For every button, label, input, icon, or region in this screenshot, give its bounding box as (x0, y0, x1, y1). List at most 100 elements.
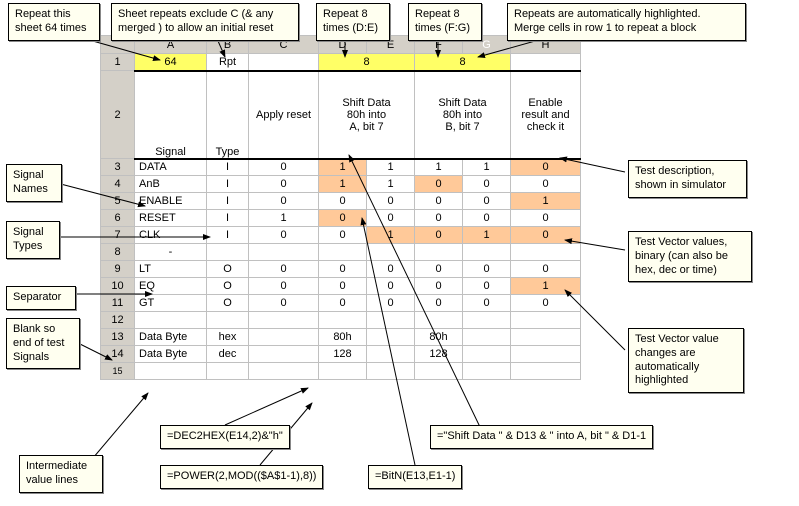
cell-E5[interactable]: 0 (367, 193, 415, 210)
cell-A10[interactable]: EQ (135, 278, 207, 295)
row-15[interactable]: 15 (101, 363, 135, 380)
cell-B13[interactable]: hex (207, 329, 249, 346)
cell-H5[interactable]: 1 (511, 193, 581, 210)
row-10[interactable]: 10 (101, 278, 135, 295)
cell-D10[interactable]: 0 (319, 278, 367, 295)
cell-B10[interactable]: O (207, 278, 249, 295)
cell-B4[interactable]: I (207, 176, 249, 193)
cell-G9[interactable]: 0 (463, 261, 511, 278)
cell-E11[interactable]: 0 (367, 295, 415, 312)
cell-E10[interactable]: 0 (367, 278, 415, 295)
cell-E7[interactable]: 1 (367, 227, 415, 244)
cell-G3[interactable]: 1 (463, 159, 511, 176)
cell-H3[interactable]: 0 (511, 159, 581, 176)
cell-A1[interactable]: 64 (135, 54, 207, 71)
cell-B5[interactable]: I (207, 193, 249, 210)
row-14[interactable]: 14 (101, 346, 135, 363)
cell-D3[interactable]: 1 (319, 159, 367, 176)
cell-H9[interactable]: 0 (511, 261, 581, 278)
cell-B1[interactable]: Rpt (207, 54, 249, 71)
cell-D9[interactable]: 0 (319, 261, 367, 278)
cell-F4[interactable]: 0 (415, 176, 463, 193)
row-11[interactable]: 11 (101, 295, 135, 312)
cell-F14[interactable]: 128 (415, 346, 463, 363)
row-5[interactable]: 5 (101, 193, 135, 210)
row-7[interactable]: 7 (101, 227, 135, 244)
cell-G5[interactable]: 0 (463, 193, 511, 210)
row-13[interactable]: 13 (101, 329, 135, 346)
cell-F11[interactable]: 0 (415, 295, 463, 312)
cell-C2[interactable]: Apply reset (249, 71, 319, 159)
spreadsheet-grid[interactable]: A B C D E F G H 1 64 Rpt 8 8 2 Signal Ty… (100, 35, 581, 380)
cell-F5[interactable]: 0 (415, 193, 463, 210)
cell-H4[interactable]: 0 (511, 176, 581, 193)
cell-B8[interactable] (207, 244, 249, 261)
cell-B2[interactable]: Type (207, 71, 249, 159)
row-8[interactable]: 8 (101, 244, 135, 261)
cell-H11[interactable]: 0 (511, 295, 581, 312)
cell-D7[interactable]: 0 (319, 227, 367, 244)
cell-C1[interactable] (249, 54, 319, 71)
cell-B11[interactable]: O (207, 295, 249, 312)
cell-A2[interactable]: Signal (135, 71, 207, 159)
cell-C4[interactable]: 0 (249, 176, 319, 193)
cell-C3[interactable]: 0 (249, 159, 319, 176)
cell-F3[interactable]: 1 (415, 159, 463, 176)
cell-F7[interactable]: 0 (415, 227, 463, 244)
cell-D11[interactable]: 0 (319, 295, 367, 312)
cell-F9[interactable]: 0 (415, 261, 463, 278)
cell-G4[interactable]: 0 (463, 176, 511, 193)
cell-FG1[interactable]: 8 (415, 54, 511, 71)
cell-A5[interactable]: ENABLE (135, 193, 207, 210)
cell-H10[interactable]: 1 (511, 278, 581, 295)
cell-C9[interactable]: 0 (249, 261, 319, 278)
cell-E3[interactable]: 1 (367, 159, 415, 176)
cell-F13[interactable]: 80h (415, 329, 463, 346)
cell-H1[interactable] (511, 54, 581, 71)
cell-B9[interactable]: O (207, 261, 249, 278)
row-12[interactable]: 12 (101, 312, 135, 329)
cell-DE2[interactable]: Shift Data 80h into A, bit 7 (319, 71, 415, 159)
cell-C10[interactable]: 0 (249, 278, 319, 295)
cell-A6[interactable]: RESET (135, 210, 207, 227)
row-9[interactable]: 9 (101, 261, 135, 278)
row-2[interactable]: 2 (101, 71, 135, 159)
cell-A4[interactable]: AnB (135, 176, 207, 193)
cell-F6[interactable]: 0 (415, 210, 463, 227)
cell-G7[interactable]: 1 (463, 227, 511, 244)
cell-A9[interactable]: LT (135, 261, 207, 278)
cell-H2[interactable]: Enable result and check it (511, 71, 581, 159)
row-3[interactable]: 3 (101, 159, 135, 176)
cell-G6[interactable]: 0 (463, 210, 511, 227)
cell-A3[interactable]: DATA (135, 159, 207, 176)
cell-D14[interactable]: 128 (319, 346, 367, 363)
cell-D5[interactable]: 0 (319, 193, 367, 210)
cell-G11[interactable]: 0 (463, 295, 511, 312)
row-1[interactable]: 1 (101, 54, 135, 71)
cell-B3[interactable]: I (207, 159, 249, 176)
cell-D4[interactable]: 1 (319, 176, 367, 193)
cell-FG2[interactable]: Shift Data 80h into B, bit 7 (415, 71, 511, 159)
cell-C7[interactable]: 0 (249, 227, 319, 244)
cell-H7[interactable]: 0 (511, 227, 581, 244)
cell-D13[interactable]: 80h (319, 329, 367, 346)
cell-A14[interactable]: Data Byte (135, 346, 207, 363)
cell-H6[interactable]: 0 (511, 210, 581, 227)
cell-G10[interactable]: 0 (463, 278, 511, 295)
cell-E4[interactable]: 1 (367, 176, 415, 193)
cell-F10[interactable]: 0 (415, 278, 463, 295)
cell-DE1[interactable]: 8 (319, 54, 415, 71)
cell-E9[interactable]: 0 (367, 261, 415, 278)
cell-A7[interactable]: CLK (135, 227, 207, 244)
cell-A8[interactable]: - (135, 244, 207, 261)
cell-C6[interactable]: 1 (249, 210, 319, 227)
cell-B6[interactable]: I (207, 210, 249, 227)
cell-A11[interactable]: GT (135, 295, 207, 312)
cell-C11[interactable]: 0 (249, 295, 319, 312)
cell-E6[interactable]: 0 (367, 210, 415, 227)
row-4[interactable]: 4 (101, 176, 135, 193)
cell-B14[interactable]: dec (207, 346, 249, 363)
cell-B7[interactable]: I (207, 227, 249, 244)
cell-A13[interactable]: Data Byte (135, 329, 207, 346)
row-6[interactable]: 6 (101, 210, 135, 227)
